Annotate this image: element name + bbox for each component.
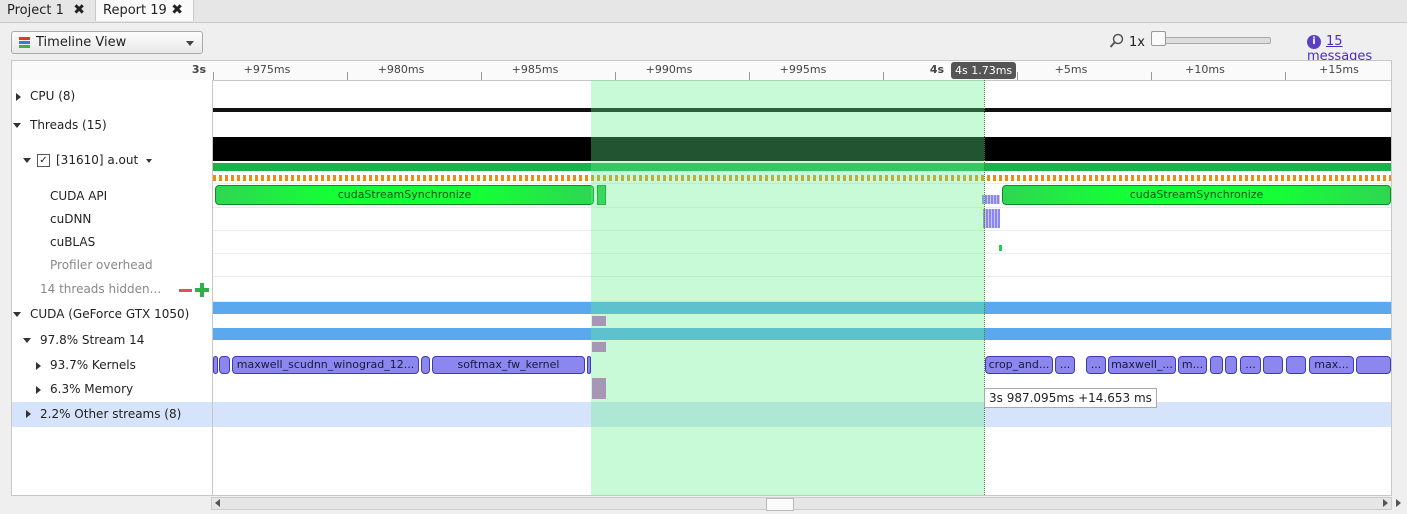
chevron-right-icon[interactable] [36,362,41,370]
ruler-tick: +975ms [243,63,291,76]
tree-row-stream[interactable]: 97.8% Stream 14 [12,333,212,353]
time-ruler[interactable]: 3s +975ms +980ms +985ms +990ms +995ms 4s… [12,61,1391,81]
cursor-time-label: 4s 1.73ms [951,62,1017,79]
chevron-down-icon [186,41,194,46]
selection-tooltip: 3s 987.095ms +14.653 ms [984,388,1157,408]
timeline-panel: 3s +975ms +980ms +985ms +990ms +995ms 4s… [11,60,1392,496]
kernel-bar[interactable] [1286,356,1306,374]
tree-row-label: CUDA API [50,189,108,203]
kernel-bar[interactable] [1263,356,1283,374]
scroll-left-icon[interactable] [215,499,220,507]
tree-row-cuda-device[interactable]: CUDA (GeForce GTX 1050) [12,307,212,327]
kernel-bar[interactable]: maxwell_scudnn_winograd_12... [232,356,419,374]
zoom-slider-track[interactable] [1157,37,1271,44]
kernel-bar[interactable]: m... [1178,356,1207,374]
chevron-right-icon[interactable] [26,410,31,418]
ruler-tick: 4s [929,63,945,76]
tree-row-other-streams[interactable]: 2.2% Other streams (8) [12,402,212,427]
tab-label: Project 1 [7,3,64,18]
close-icon[interactable]: ✖ [73,0,85,21]
tree-row-label: [31610] a.out [56,153,139,167]
ruler-tick: +15ms [1319,63,1359,76]
timeline-view-icon [19,37,30,48]
tree-row-label: 93.7% Kernels [50,358,136,372]
tree-row-label: 6.3% Memory [50,382,134,396]
ruler-tick: +985ms [511,63,559,76]
ruler-tick: +995ms [779,63,827,76]
ruler-tick: +5ms [1054,63,1088,76]
tree-row-profiler-overhead[interactable]: Profiler overhead [12,258,212,278]
tree-row-label: 2.2% Other streams (8) [40,407,182,421]
tree-row-threads[interactable]: Threads (15) [12,118,212,138]
tree-row-cpu[interactable]: CPU (8) [12,89,212,109]
tab-project-1[interactable]: Project 1 ✖ [0,0,96,21]
tree-row-label: 14 threads hidden... [40,282,162,296]
tree-row-label: 97.8% Stream 14 [40,333,145,347]
tree-row-cuda-api[interactable]: CUDA API [12,189,212,209]
tree-row-label: Profiler overhead [50,258,153,272]
expand-plus-icon[interactable] [195,283,209,297]
kernel-bar[interactable]: ... [1240,356,1261,374]
close-icon[interactable]: ✖ [171,0,183,21]
ruler-tick: +990ms [645,63,693,76]
kernel-bar[interactable] [219,356,230,374]
tree-row-kernels[interactable]: 93.7% Kernels [12,358,212,378]
kernel-bar[interactable] [421,356,430,374]
ruler-tick: +10ms [1185,63,1225,76]
kernel-bar[interactable]: ... [1055,356,1075,374]
kernel-bar[interactable]: softmax_fw_kernel [432,356,585,374]
kernel-bar[interactable]: maxwell_... [1108,356,1176,374]
horizontal-scrollbar[interactable] [211,497,1392,511]
tree-row-label: CUDA (GeForce GTX 1050) [30,307,190,321]
cudnn-call-bar[interactable] [983,209,1000,228]
chevron-down-icon[interactable] [23,338,31,343]
process-checkbox[interactable]: ✓ [37,154,50,167]
ruler-tick: +980ms [377,63,425,76]
cublas-call-bar[interactable] [999,245,1002,251]
scrollbar-thumb[interactable] [766,498,794,511]
tree-row-label: cuDNN [50,212,92,226]
tree-row-label: cuBLAS [50,235,96,249]
zoom-slider-thumb[interactable] [1151,31,1166,46]
chevron-right-icon[interactable] [36,386,41,394]
tab-report-19[interactable]: Report 19 ✖ [96,0,194,21]
kernel-bar[interactable] [213,356,218,374]
kernel-bar[interactable] [1210,356,1223,374]
tree-row-hidden-threads[interactable]: 14 threads hidden... [12,282,212,302]
kernel-bar[interactable]: crop_and... [985,356,1053,374]
cursor-line [984,80,985,495]
scroll-right-arrow-outer[interactable] [1396,499,1401,507]
collapse-minus-icon[interactable] [179,289,192,292]
tree-row-label: Threads (15) [30,118,107,132]
time-selection-range[interactable] [591,80,984,495]
tree-row-process[interactable]: ✓ [31610] a.out [12,153,212,173]
kernel-bar[interactable]: max... [1309,356,1354,374]
magnifier-icon [1109,33,1124,48]
api-call-bar[interactable]: cudaStreamSynchronize [215,185,594,205]
api-call-bar[interactable]: cudaStreamSynchronize [1002,185,1391,205]
tree-row-label: CPU (8) [30,89,76,103]
ruler-tick: 3s [191,63,207,76]
scroll-right-icon[interactable] [1383,499,1388,507]
chevron-down-icon[interactable] [146,159,152,163]
tree-row-cublas[interactable]: cuBLAS [12,235,212,255]
kernel-bar[interactable]: ... [1086,356,1106,374]
tab-label: Report 19 [103,3,167,18]
kernel-bar[interactable] [1225,356,1237,374]
info-icon: i [1307,35,1321,49]
tab-bar: Project 1 ✖ Report 19 ✖ [0,0,1407,23]
chevron-down-icon[interactable] [13,123,21,128]
chevron-right-icon[interactable] [16,93,21,101]
zoom-level-label: 1x [1129,35,1145,50]
chevron-down-icon[interactable] [13,312,21,317]
view-selector[interactable]: Timeline View [11,31,203,54]
row-tree: CPU (8) Threads (15) ✓ [31610] a.out CUD… [12,80,213,495]
chevron-down-icon[interactable] [23,158,31,163]
tree-row-cudnn[interactable]: cuDNN [12,212,212,232]
tree-row-memory[interactable]: 6.3% Memory [12,382,212,402]
kernel-bar[interactable] [1356,356,1391,374]
view-selector-label: Timeline View [36,35,127,50]
